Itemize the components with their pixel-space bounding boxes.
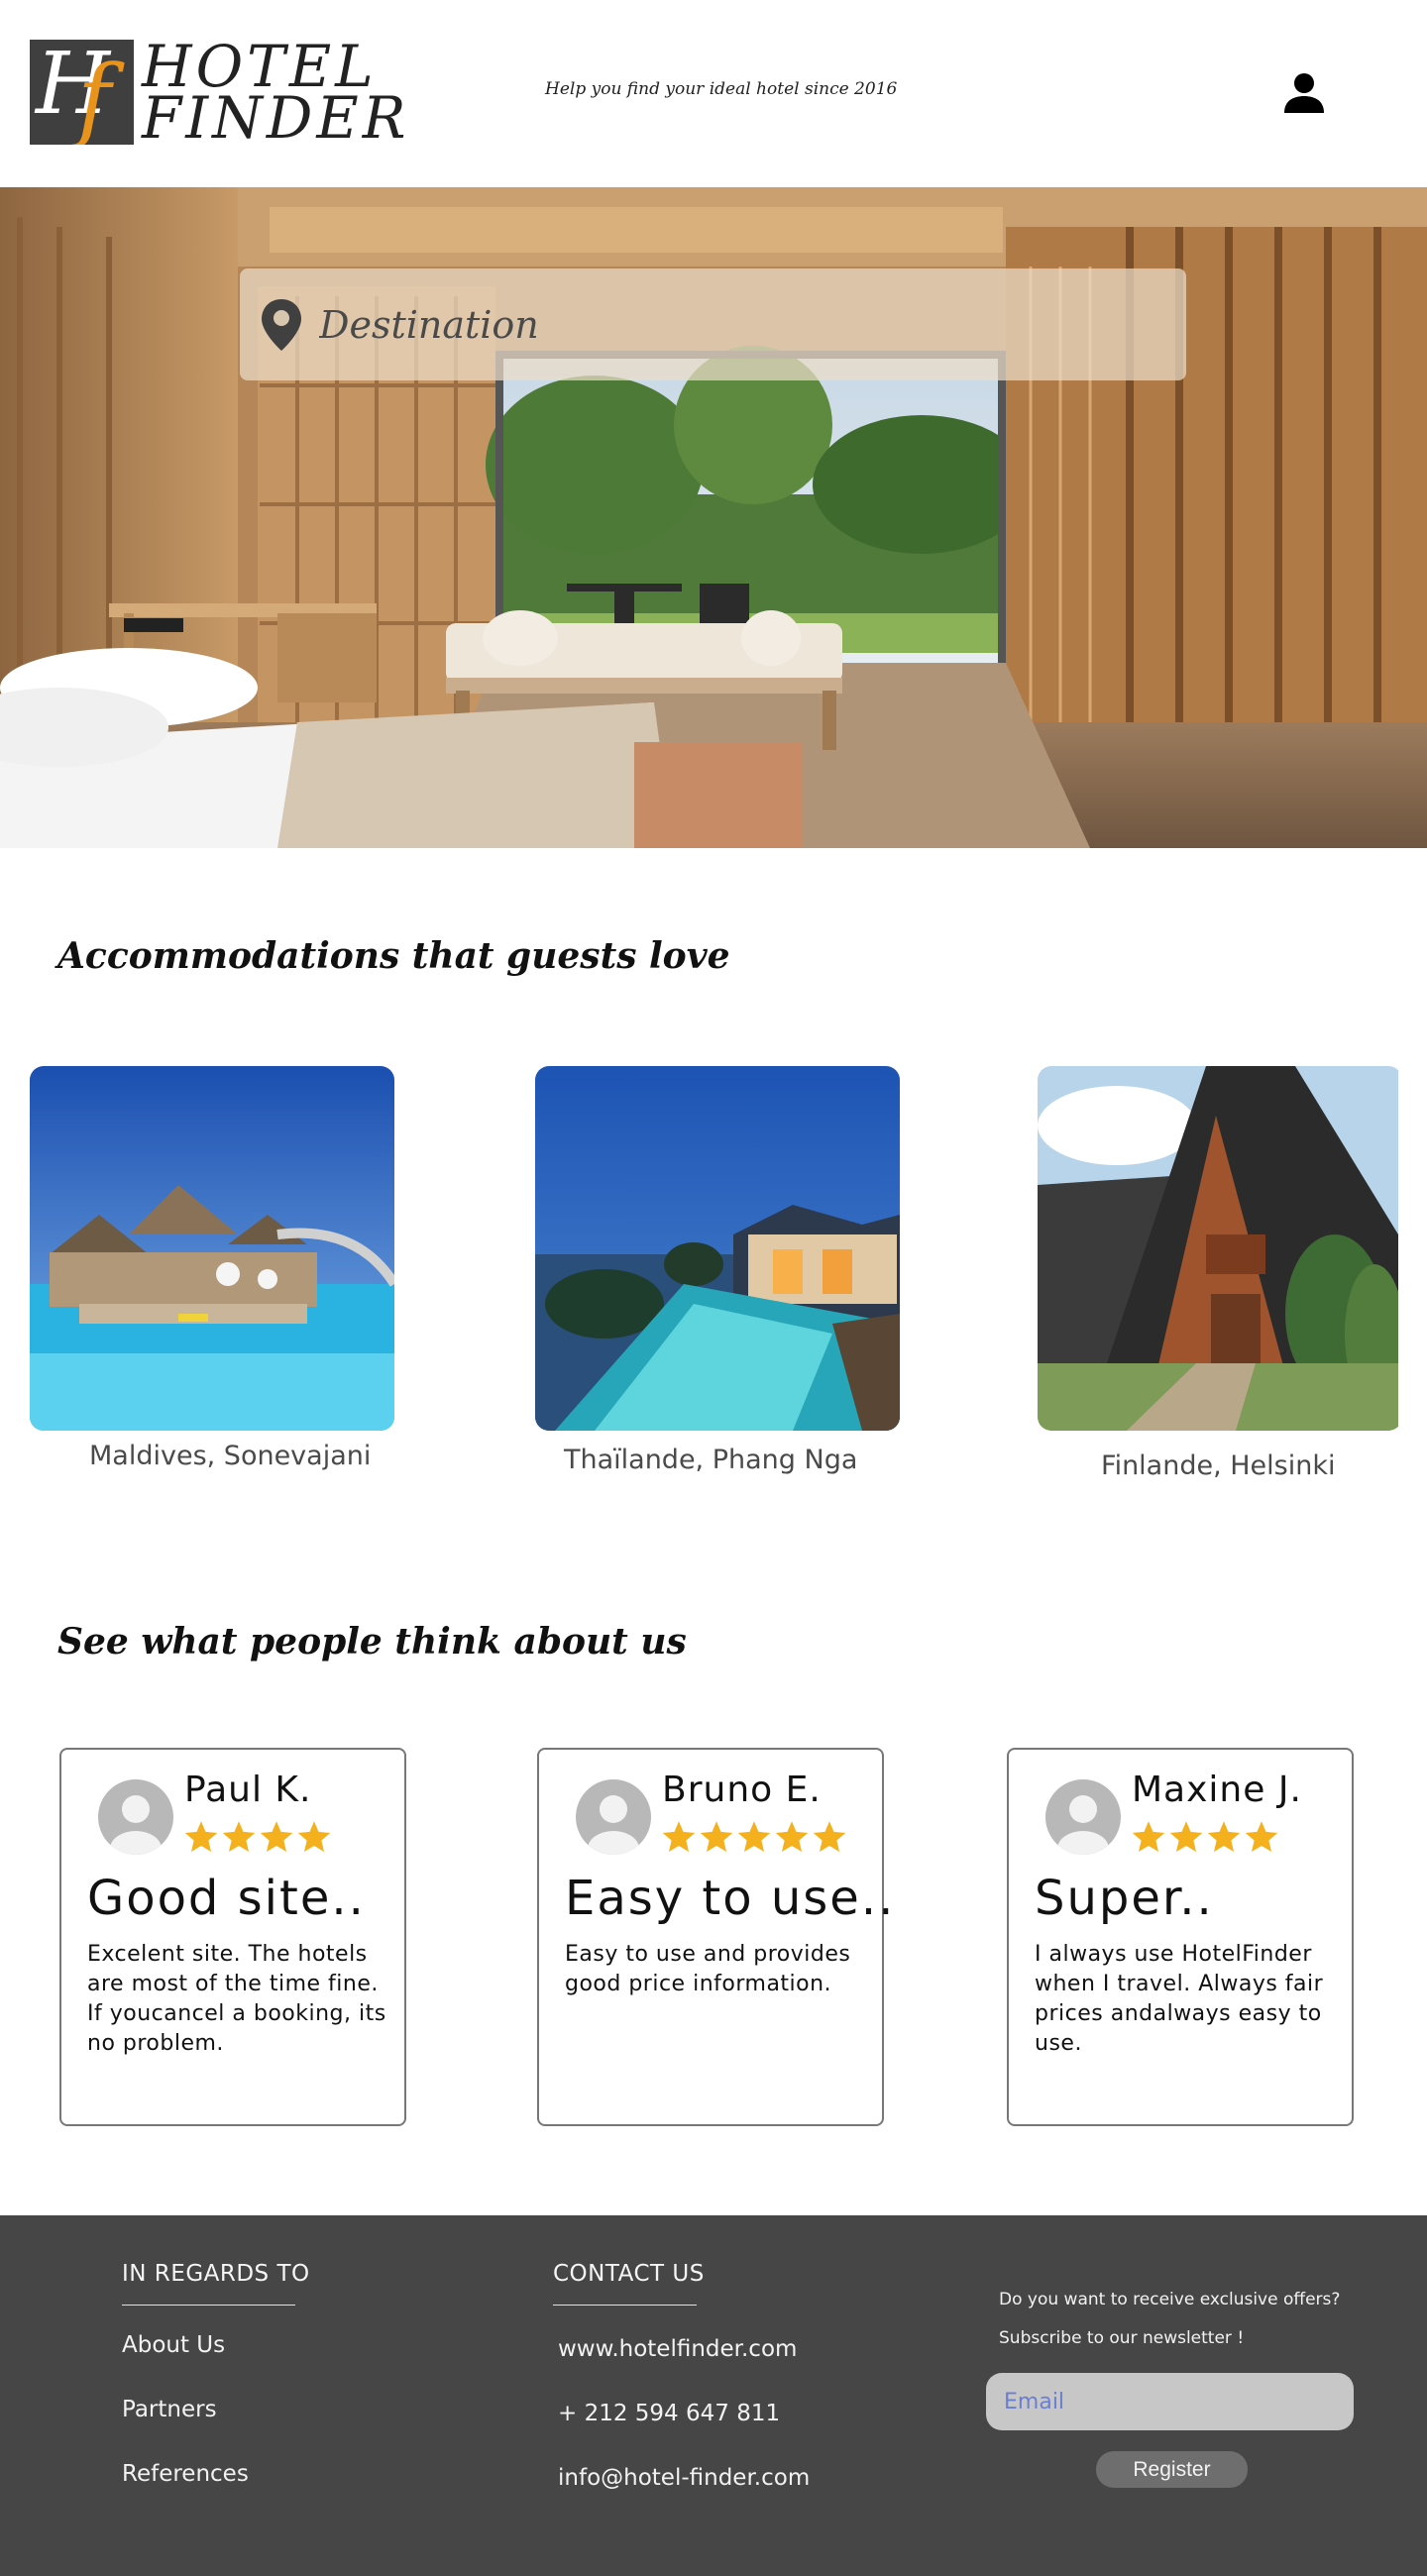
accommodation-card-phang-nga[interactable]: Thaïlande, Phang Nga <box>535 1066 900 1475</box>
logo-mark-f: f <box>77 46 112 145</box>
newsletter-subscribe-text: Subscribe to our newsletter ! <box>999 2328 1245 2348</box>
accommodation-caption: Maldives, Sonevajani <box>89 1441 372 1471</box>
star-icon <box>700 1821 733 1852</box>
reviewer-name: Bruno E. <box>662 1770 822 1810</box>
footer-regards-heading: IN REGARDS TO <box>122 2261 310 2287</box>
reviewer-name: Maxine J. <box>1132 1770 1302 1810</box>
footer-link-about-us[interactable]: About Us <box>122 2332 225 2358</box>
star-icon <box>1132 1821 1165 1852</box>
review-body: I always use HotelFinder when I travel. … <box>1035 1942 1324 2056</box>
user-icon <box>1284 73 1324 113</box>
star-icon <box>184 1821 218 1852</box>
hero-banner <box>0 187 1427 848</box>
accommodations-heading: Accommodations that guests love <box>57 935 730 977</box>
star-icon <box>737 1821 771 1852</box>
destination-input[interactable] <box>319 302 1112 347</box>
star-icon <box>662 1821 696 1852</box>
accommodation-card-maldives[interactable]: Maldives, Sonevajani <box>30 1066 394 1471</box>
review-headline: Super.. <box>1035 1871 1214 1926</box>
footer-contact-heading: CONTACT US <box>553 2261 705 2287</box>
accommodation-image <box>30 1066 394 1431</box>
footer-contact-email[interactable]: info@hotel-finder.com <box>558 2465 810 2491</box>
site-footer: IN REGARDS TO About Us Partners Referenc… <box>0 2215 1427 2576</box>
accommodation-image <box>1038 1066 1402 1431</box>
reviews-heading: See what people think about us <box>57 1621 687 1663</box>
review-body: Excelent site. The hotels are most of th… <box>87 1942 386 2056</box>
accommodation-caption: Thaïlande, Phang Nga <box>564 1445 858 1475</box>
reviewer-name: Paul K. <box>184 1770 312 1810</box>
user-account-button[interactable] <box>1280 69 1328 117</box>
avatar-placeholder-icon <box>1057 1795 1109 1855</box>
avatar <box>576 1779 651 1855</box>
review-card-maxine: Maxine J. Super.. I always use HotelFind… <box>1007 1748 1354 2126</box>
avatar <box>1045 1779 1121 1855</box>
star-icon <box>1245 1821 1278 1852</box>
accommodation-caption: Finlande, Helsinki <box>1101 1450 1336 1481</box>
accommodation-card-helsinki[interactable]: Finlande, Helsinki <box>1038 1066 1402 1481</box>
star-icon <box>775 1821 809 1852</box>
footer-contact-phone[interactable]: + 212 594 647 811 <box>558 2401 780 2426</box>
footer-contact-website[interactable]: www.hotelfinder.com <box>558 2336 797 2362</box>
avatar <box>98 1779 173 1855</box>
star-rating <box>1130 1819 1280 1855</box>
star-icon <box>1169 1821 1203 1852</box>
logo-wordmark: HOTEL FINDER <box>142 38 410 152</box>
logo-line-finder: FINDER <box>142 84 410 152</box>
site-header: H f HOTEL FINDER Help you find your idea… <box>0 0 1427 187</box>
footer-link-references[interactable]: References <box>122 2461 249 2487</box>
star-rating <box>182 1819 333 1855</box>
star-icon <box>260 1821 293 1852</box>
newsletter-email-input[interactable] <box>986 2373 1354 2430</box>
newsletter-offer-text: Do you want to receive exclusive offers? <box>999 2290 1341 2309</box>
footer-divider <box>553 2305 697 2306</box>
review-body: Easy to use and provides good price info… <box>565 1942 851 1996</box>
avatar-placeholder-icon <box>110 1795 162 1855</box>
logo-mark: H f <box>30 40 134 145</box>
newsletter-register-button[interactable]: Register <box>1096 2451 1248 2488</box>
star-icon <box>297 1821 331 1852</box>
star-icon <box>222 1821 256 1852</box>
avatar-placeholder-icon <box>588 1795 639 1855</box>
star-rating <box>660 1819 848 1855</box>
review-card-paul: Paul K. Good site.. Excelent site. The h… <box>59 1748 406 2126</box>
map-pin-icon <box>262 298 301 351</box>
review-card-bruno: Bruno E. Easy to use.. Easy to use and p… <box>537 1748 893 2126</box>
review-headline: Good site.. <box>87 1871 366 1926</box>
accommodation-image <box>535 1066 900 1431</box>
destination-search[interactable] <box>240 268 1186 380</box>
footer-divider <box>122 2305 295 2306</box>
site-tagline: Help you find your ideal hotel since 201… <box>545 79 898 99</box>
site-logo[interactable]: H f HOTEL FINDER <box>30 38 410 152</box>
star-icon <box>1207 1821 1241 1852</box>
review-headline: Easy to use.. <box>565 1871 896 1926</box>
star-icon <box>813 1821 846 1852</box>
footer-link-partners[interactable]: Partners <box>122 2397 217 2422</box>
